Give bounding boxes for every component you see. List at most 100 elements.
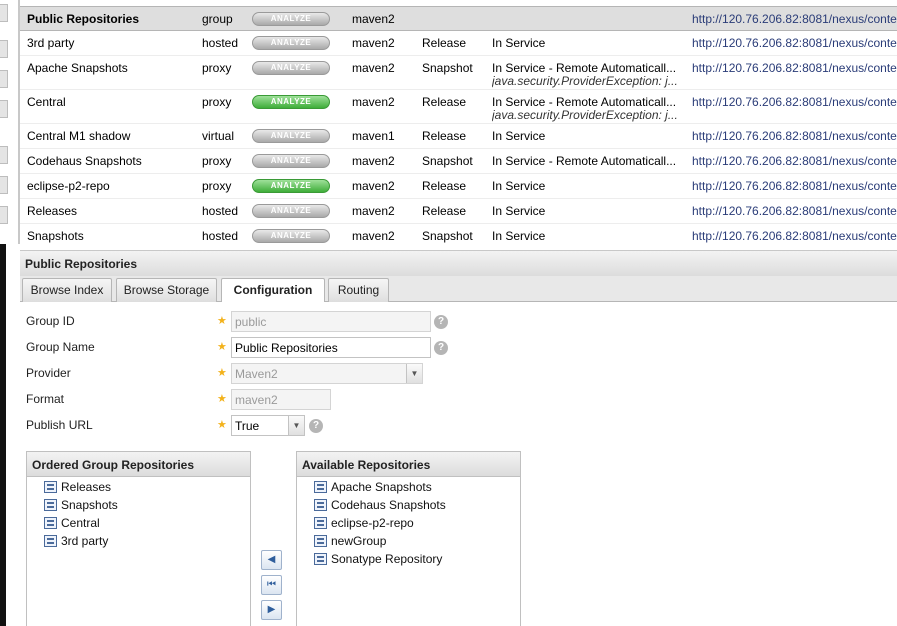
list-item[interactable]: Releases	[27, 479, 250, 497]
repo-format-text: maven2	[352, 205, 395, 218]
repo-name: Snapshots	[27, 230, 197, 243]
repo-policy: Release	[422, 205, 486, 218]
list-item[interactable]: Sonatype Repository	[297, 551, 520, 569]
analyze-button[interactable]: ANALYZE	[252, 204, 330, 218]
gutter-tab[interactable]	[0, 100, 8, 118]
analyze-button[interactable]: ANALYZE	[252, 61, 330, 75]
repo-url-text: http://120.76.206.82:8081/nexus/conte	[692, 62, 897, 75]
repo-url[interactable]: http://120.76.206.82:8081/nexus/conte	[692, 13, 897, 26]
repo-status: In Service	[492, 37, 684, 50]
repo-url-text: http://120.76.206.82:8081/nexus/conte	[692, 130, 897, 143]
analyze-button[interactable]: ANALYZE	[252, 154, 330, 168]
tab-browse-index[interactable]: Browse Index	[22, 278, 112, 302]
list-item[interactable]: newGroup	[297, 533, 520, 551]
format-field[interactable]: maven2	[231, 389, 331, 410]
move-right-button[interactable]: ▶	[261, 600, 282, 620]
repo-url[interactable]: http://120.76.206.82:8081/nexus/conte	[692, 155, 897, 168]
repo-status: In Service	[492, 180, 684, 193]
table-row[interactable]: Apache Snapshots proxy ANALYZE maven2 Snapsh…	[20, 56, 897, 90]
repo-status: In Service	[492, 130, 684, 143]
available-repositories-list: Available Repositories Apache Snapshots C…	[296, 451, 521, 626]
repo-type-text: hosted	[202, 205, 239, 218]
analyze-button[interactable]: ANALYZE	[252, 95, 330, 109]
gutter-tab[interactable]	[0, 206, 8, 224]
repo-policy: Release	[422, 96, 486, 109]
repository-icon	[44, 499, 57, 511]
gutter-tab[interactable]	[0, 4, 8, 22]
tab-routing[interactable]: Routing	[328, 278, 389, 302]
list-item[interactable]: Central	[27, 515, 250, 533]
gutter-tab[interactable]	[0, 176, 8, 194]
table-row[interactable]: eclipse-p2-repo proxy ANALYZE maven2 Release…	[20, 174, 897, 199]
gutter-tab[interactable]	[0, 40, 8, 58]
repo-type: proxy	[202, 155, 250, 168]
repo-name: Central M1 shadow	[27, 130, 197, 143]
move-left-button[interactable]: ◀	[261, 550, 282, 570]
required-star-icon: ★	[217, 393, 227, 405]
repo-url[interactable]: http://120.76.206.82:8081/nexus/conte	[692, 180, 897, 193]
list-item[interactable]: Apache Snapshots	[297, 479, 520, 497]
repo-name-text: Central	[27, 96, 66, 109]
repo-type: proxy	[202, 96, 250, 109]
group-id-label: Group ID	[26, 314, 75, 328]
group-name-field[interactable]: Public Repositories	[231, 337, 431, 358]
repo-policy-text: Release	[422, 37, 467, 50]
analyze-button[interactable]: ANALYZE	[252, 229, 330, 243]
list-item[interactable]: eclipse-p2-repo	[297, 515, 520, 533]
group-id-field[interactable]: public	[231, 311, 431, 332]
repo-format: maven2	[352, 96, 412, 109]
available-repositories-title: Available Repositories	[297, 452, 520, 477]
repo-url[interactable]: http://120.76.206.82:8081/nexus/conte	[692, 230, 897, 243]
group-name-label: Group Name	[26, 340, 95, 354]
table-row[interactable]: Snapshots hosted ANALYZE maven2 Snapshot In S…	[20, 224, 897, 244]
repo-format: maven2	[352, 155, 412, 168]
table-row[interactable]: Codehaus Snapshots proxy ANALYZE maven2 Snap…	[20, 149, 897, 174]
analyze-button[interactable]: ANALYZE	[252, 129, 330, 143]
repository-icon	[314, 553, 327, 565]
table-row[interactable]: Central M1 shadow virtual ANALYZE maven1 Rel…	[20, 124, 897, 149]
repo-status: In Service	[492, 205, 684, 218]
chevron-down-icon[interactable]: ▼	[288, 416, 304, 435]
repo-name-text: Snapshots	[27, 230, 84, 243]
help-icon[interactable]: ?	[434, 341, 448, 355]
repo-policy: Snapshot	[422, 155, 486, 168]
repo-name: eclipse-p2-repo	[27, 180, 197, 193]
help-icon[interactable]: ?	[309, 419, 323, 433]
chevron-down-icon[interactable]: ▼	[406, 364, 422, 383]
repo-name: Codehaus Snapshots	[27, 155, 197, 168]
required-star-icon: ★	[217, 419, 227, 431]
table-row[interactable]: Central proxy ANALYZE maven2 Release In Servi…	[20, 90, 897, 124]
table-row[interactable]: Releases hosted ANALYZE maven2 Release In Ser…	[20, 199, 897, 224]
analyze-button-text: ANALYZE	[270, 181, 312, 190]
repo-url[interactable]: http://120.76.206.82:8081/nexus/conte	[692, 37, 897, 50]
repo-format: maven2	[352, 37, 412, 50]
repo-url-text: http://120.76.206.82:8081/nexus/conte	[692, 13, 897, 26]
repository-icon	[314, 481, 327, 493]
table-row[interactable]: Public Repositories group ANALYZE maven2 htt…	[20, 6, 897, 31]
gutter-tab[interactable]	[0, 70, 8, 88]
repo-url[interactable]: http://120.76.206.82:8081/nexus/conte	[692, 62, 897, 75]
tab-browse-storage[interactable]: Browse Storage	[116, 278, 217, 302]
repo-url[interactable]: http://120.76.206.82:8081/nexus/conte	[692, 205, 897, 218]
tab-configuration[interactable]: Configuration	[221, 278, 325, 303]
list-item[interactable]: 3rd party	[27, 533, 250, 551]
repo-url[interactable]: http://120.76.206.82:8081/nexus/conte	[692, 130, 897, 143]
analyze-button-text: ANALYZE	[270, 156, 312, 165]
provider-select[interactable]: Maven2 ▼	[231, 363, 423, 384]
analyze-button[interactable]: ANALYZE	[252, 179, 330, 193]
repo-policy-text: Release	[422, 180, 467, 193]
move-first-button[interactable]: ⏮	[261, 575, 282, 595]
ordered-group-title: Ordered Group Repositories	[27, 452, 250, 477]
table-row[interactable]: 3rd party hosted ANALYZE maven2 Release In Se…	[20, 31, 897, 56]
repo-name-text: Codehaus Snapshots	[27, 155, 142, 168]
publish-url-select[interactable]: True ▼	[231, 415, 305, 436]
help-icon[interactable]: ?	[434, 315, 448, 329]
repo-url[interactable]: http://120.76.206.82:8081/nexus/conte	[692, 96, 897, 109]
analyze-button[interactable]: ANALYZE	[252, 12, 330, 26]
repo-name: Releases	[27, 205, 197, 218]
list-item[interactable]: Codehaus Snapshots	[297, 497, 520, 515]
list-item[interactable]: Snapshots	[27, 497, 250, 515]
repo-name-text: Apache Snapshots	[27, 62, 128, 75]
gutter-tab[interactable]	[0, 146, 8, 164]
analyze-button[interactable]: ANALYZE	[252, 36, 330, 50]
